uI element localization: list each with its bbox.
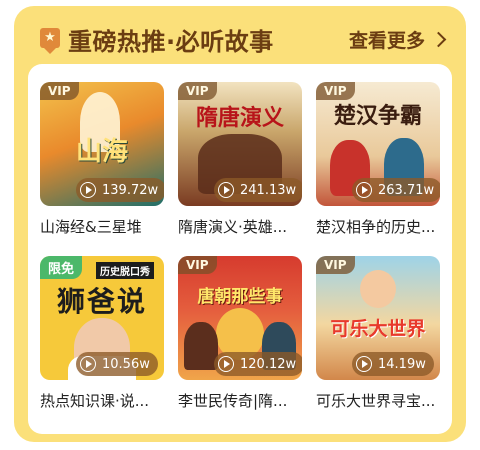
story-grid: 山海 VIP 139.72w 山海经&三星堆 隋唐演义 VIP 241.13w (28, 64, 452, 434)
story-cover[interactable]: 唐朝那些事 VIP 120.12w (178, 256, 302, 380)
section-title: 重磅热推·必听故事 (68, 28, 274, 56)
see-more-label: 查看更多 (348, 30, 425, 52)
play-icon (80, 182, 96, 198)
vip-badge: VIP (40, 82, 79, 100)
play-count: 139.72w (76, 178, 164, 202)
play-count: 10.56w (76, 352, 158, 376)
story-cover[interactable]: 隋唐演义 VIP 241.13w (178, 82, 302, 206)
play-count: 241.13w (214, 178, 302, 202)
story-title: 李世民传奇|隋... (178, 392, 288, 410)
vip-badge: VIP (316, 82, 355, 100)
story-title: 热点知识课·说... (40, 392, 150, 410)
play-icon (356, 356, 372, 372)
story-title: 可乐大世界寻宝... (316, 392, 436, 410)
story-cover[interactable]: 楚汉争霸 VIP 263.71w (316, 82, 440, 206)
play-count: 263.71w (352, 178, 440, 202)
play-icon (356, 182, 372, 198)
play-count: 14.19w (352, 352, 434, 376)
cover-title-art: 山海 (75, 137, 128, 167)
cover-title-art: 狮爸说 (56, 285, 147, 318)
play-count-value: 14.19w (378, 356, 426, 372)
vip-badge: VIP (178, 82, 217, 100)
vip-badge: VIP (316, 256, 355, 274)
see-more-link[interactable]: 查看更多 (348, 26, 447, 53)
cover-title-art: 唐朝那些事 (197, 287, 283, 307)
cover-title-art: 楚汉争霸 (333, 103, 422, 129)
play-count-value: 139.72w (102, 182, 159, 198)
play-count: 120.12w (214, 352, 302, 376)
play-count-value: 120.12w (240, 356, 297, 372)
featured-stories-panel: ★ 重磅热推·必听故事 查看更多 山海 VIP 139.72w 山海经&三星堆 (14, 6, 466, 442)
play-icon (218, 182, 234, 198)
play-icon (218, 356, 234, 372)
story-cover[interactable]: 山海 VIP 139.72w (40, 82, 164, 206)
story-cover[interactable]: 可乐大世界 VIP 14.19w (316, 256, 440, 380)
bookmark-star-icon: ★ (40, 28, 60, 54)
cover-subtitle-art: 历史脱口秀 (96, 262, 154, 279)
cover-title-art: 可乐大世界 (330, 318, 426, 340)
play-count-value: 241.13w (240, 182, 297, 198)
cover-title-art: 隋唐演义 (195, 105, 284, 131)
section-header: ★ 重磅热推·必听故事 查看更多 (14, 6, 466, 66)
story-cover[interactable]: 狮爸说 历史脱口秀 限免 10.56w (40, 256, 164, 380)
play-count-value: 263.71w (378, 182, 435, 198)
story-title: 隋唐演义·英雄... (178, 218, 288, 236)
story-title: 楚汉相争的历史... (316, 218, 436, 236)
free-badge: 限免 (40, 256, 83, 279)
chevron-right-icon (430, 31, 447, 48)
story-title: 山海经&三星堆 (40, 218, 142, 236)
play-icon (80, 356, 96, 372)
vip-badge: VIP (178, 256, 217, 274)
play-count-value: 10.56w (102, 356, 150, 372)
